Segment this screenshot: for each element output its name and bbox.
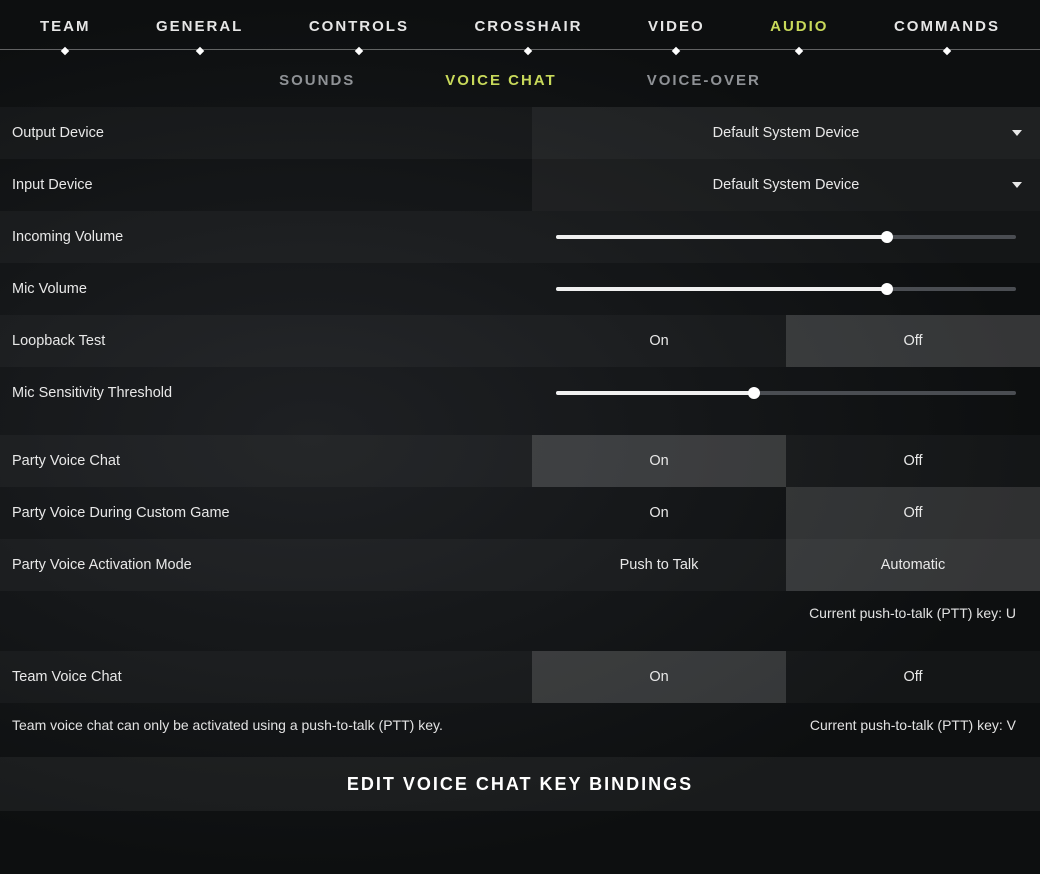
toggle-activation-auto[interactable]: Automatic <box>786 539 1040 591</box>
info-team-note: Team voice chat can only be activated us… <box>12 717 443 733</box>
tab-audio[interactable]: AUDIO <box>770 18 828 35</box>
slider-knob[interactable] <box>748 387 760 399</box>
toggle-party-voice-chat: On Off <box>532 435 1040 487</box>
toggle-loopback-test: On Off <box>532 315 1040 367</box>
slider-knob[interactable] <box>881 283 893 295</box>
row-party-voice-chat: Party Voice Chat On Off <box>0 435 1040 487</box>
row-output-device: Output Device Default System Device <box>0 107 1040 159</box>
tab-crosshair[interactable]: CROSSHAIR <box>474 18 582 35</box>
section-team: Team Voice Chat On Off Team voice chat c… <box>0 651 1040 747</box>
label-mic-volume: Mic Volume <box>12 281 532 297</box>
section-devices: Output Device Default System Device Inpu… <box>0 107 1040 419</box>
tab-general[interactable]: GENERAL <box>156 18 243 35</box>
dropdown-value: Default System Device <box>713 177 860 193</box>
toggle-team-voice-off[interactable]: Off <box>786 651 1040 703</box>
tab-team[interactable]: TEAM <box>40 18 91 35</box>
subtab-voice-over[interactable]: VOICE-OVER <box>647 72 761 89</box>
info-team: Team voice chat can only be activated us… <box>0 703 1040 747</box>
toggle-party-voice-custom: On Off <box>532 487 1040 539</box>
tab-commands[interactable]: COMMANDS <box>894 18 1000 35</box>
tab-video[interactable]: VIDEO <box>648 18 705 35</box>
slider-mic-volume[interactable] <box>556 287 1016 291</box>
tab-controls[interactable]: CONTROLS <box>309 18 409 35</box>
subtab-voice-chat[interactable]: VOICE CHAT <box>445 72 556 89</box>
dropdown-input-device[interactable]: Default System Device <box>532 159 1040 211</box>
label-party-voice-custom: Party Voice During Custom Game <box>12 505 532 521</box>
row-loopback-test: Loopback Test On Off <box>0 315 1040 367</box>
label-input-device: Input Device <box>12 177 532 193</box>
label-party-activation: Party Voice Activation Mode <box>12 557 532 573</box>
chevron-down-icon <box>1012 130 1022 136</box>
secondary-tab-bar: SOUNDS VOICE CHAT VOICE-OVER <box>0 50 1040 107</box>
row-mic-sensitivity: Mic Sensitivity Threshold <box>0 367 1040 419</box>
label-team-voice-chat: Team Voice Chat <box>12 669 532 685</box>
edit-bindings-button[interactable]: EDIT VOICE CHAT KEY BINDINGS <box>0 757 1040 811</box>
label-loopback-test: Loopback Test <box>12 333 532 349</box>
row-party-voice-custom: Party Voice During Custom Game On Off <box>0 487 1040 539</box>
toggle-party-voice-on[interactable]: On <box>532 435 786 487</box>
info-team-ptt: Current push-to-talk (PTT) key: V <box>810 717 1016 733</box>
label-output-device: Output Device <box>12 125 532 141</box>
toggle-party-custom-off[interactable]: Off <box>786 487 1040 539</box>
row-team-voice-chat: Team Voice Chat On Off <box>0 651 1040 703</box>
toggle-party-activation: Push to Talk Automatic <box>532 539 1040 591</box>
chevron-down-icon <box>1012 182 1022 188</box>
label-party-voice-chat: Party Voice Chat <box>12 453 532 469</box>
toggle-party-voice-off[interactable]: Off <box>786 435 1040 487</box>
label-incoming-volume: Incoming Volume <box>12 229 532 245</box>
row-incoming-volume: Incoming Volume <box>0 211 1040 263</box>
toggle-loopback-on[interactable]: On <box>532 315 786 367</box>
toggle-activation-ptt[interactable]: Push to Talk <box>532 539 786 591</box>
slider-incoming-volume[interactable] <box>556 235 1016 239</box>
toggle-team-voice-chat: On Off <box>532 651 1040 703</box>
dropdown-value: Default System Device <box>713 125 860 141</box>
subtab-sounds[interactable]: SOUNDS <box>279 72 355 89</box>
info-text: Current push-to-talk (PTT) key: U <box>809 605 1016 621</box>
slider-mic-sensitivity[interactable] <box>556 391 1016 395</box>
primary-tab-bar: TEAM GENERAL CONTROLS CROSSHAIR VIDEO AU… <box>0 0 1040 50</box>
dropdown-output-device[interactable]: Default System Device <box>532 107 1040 159</box>
label-mic-sensitivity: Mic Sensitivity Threshold <box>12 385 532 401</box>
toggle-loopback-off[interactable]: Off <box>786 315 1040 367</box>
row-input-device: Input Device Default System Device <box>0 159 1040 211</box>
row-mic-volume: Mic Volume <box>0 263 1040 315</box>
section-party: Party Voice Chat On Off Party Voice Duri… <box>0 435 1040 635</box>
toggle-team-voice-on[interactable]: On <box>532 651 786 703</box>
info-party-ptt: Current push-to-talk (PTT) key: U <box>0 591 1040 635</box>
toggle-party-custom-on[interactable]: On <box>532 487 786 539</box>
row-party-activation: Party Voice Activation Mode Push to Talk… <box>0 539 1040 591</box>
slider-knob[interactable] <box>881 231 893 243</box>
settings-panel: Output Device Default System Device Inpu… <box>0 107 1040 811</box>
